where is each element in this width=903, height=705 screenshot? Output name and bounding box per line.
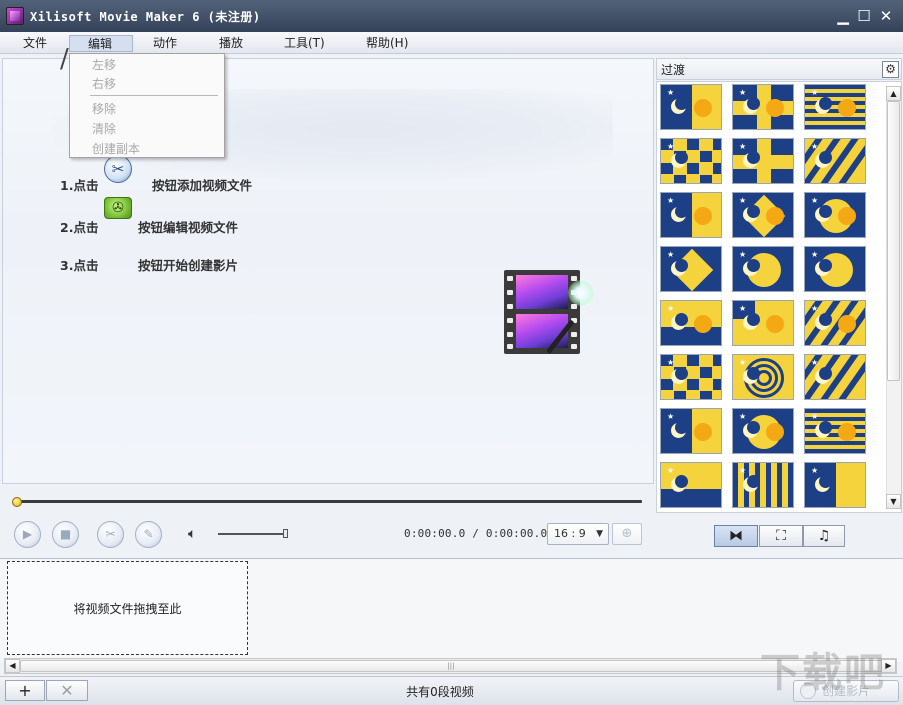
seek-thumb[interactable] <box>12 497 22 507</box>
step3-text: 按钮开始创建影片 <box>138 255 238 274</box>
transition-thumbnail[interactable]: ★ <box>732 192 794 238</box>
step1-prefix: 1.点击 <box>60 175 98 194</box>
transition-thumbnail[interactable]: ★ <box>804 246 866 292</box>
scrollbar-thumb[interactable] <box>887 101 900 381</box>
minimize-icon[interactable]: ▁ <box>834 7 852 25</box>
music-tab-icon[interactable]: ♫ <box>803 525 845 547</box>
gear-icon[interactable]: ⚙ <box>882 61 899 78</box>
scissors-icon[interactable]: ✂ <box>97 521 124 548</box>
transitions-title: 过渡 <box>661 61 685 78</box>
timeline-scroll-thumb[interactable]: ||| <box>20 660 882 672</box>
transition-thumbnail[interactable]: ★ <box>660 300 722 346</box>
menu-separator <box>90 95 218 96</box>
scroll-left-icon[interactable]: ◀ <box>5 659 20 673</box>
transition-thumbnail[interactable]: ★ <box>660 138 722 184</box>
transition-thumbnail[interactable]: ★ <box>732 354 794 400</box>
time-display: 0:00:00.0 / 0:00:00.0 <box>404 527 547 540</box>
transition-thumbnail[interactable]: ★ <box>804 462 866 508</box>
transition-thumbnail[interactable]: ★ <box>660 462 722 508</box>
transition-thumbnail[interactable]: ★ <box>660 246 722 292</box>
movie-maker-logo-icon <box>504 270 580 354</box>
menu-bar: 文件 编辑 动作 播放 工具(T) 帮助(H) <box>0 32 903 54</box>
magic-wand-sparkle-icon <box>568 280 594 306</box>
app-logo-icon <box>6 7 24 25</box>
edit-dropdown-menu: 左移 右移 移除 清除 创建副本 <box>69 53 225 158</box>
menu-file[interactable]: 文件 <box>19 35 51 52</box>
guide-banner-glyph: / <box>60 44 69 74</box>
film-reel-demo-icon: ✇ <box>104 197 132 219</box>
transition-thumbnail[interactable]: ★ <box>804 192 866 238</box>
step2-prefix: 2.点击 <box>60 217 98 236</box>
video-drop-zone[interactable]: 将视频文件拖拽至此 <box>7 561 248 655</box>
aspect-ratio-select[interactable]: 16 : 9 ▼ <box>547 523 609 545</box>
step3-prefix: 3.点击 <box>60 255 98 274</box>
transition-thumbnail[interactable]: ★ <box>660 354 722 400</box>
close-icon[interactable]: ✕ <box>877 7 895 25</box>
scroll-up-icon[interactable]: ▲ <box>886 86 901 101</box>
menu-item-move-left[interactable]: 左移 <box>92 56 116 73</box>
menu-item-move-right[interactable]: 右移 <box>92 75 116 92</box>
transition-thumbnail[interactable]: ★ <box>732 246 794 292</box>
transition-thumbnail[interactable]: ★ <box>732 138 794 184</box>
transition-thumbnail[interactable]: ★ <box>732 300 794 346</box>
transition-thumbnail[interactable]: ★ <box>804 300 866 346</box>
menu-play[interactable]: 播放 <box>215 35 247 52</box>
transition-thumbnail[interactable]: ★ <box>804 138 866 184</box>
window-title: Xilisoft Movie Maker 6 (未注册) <box>30 8 261 25</box>
transition-tab-icon[interactable]: ⧓ <box>714 525 758 547</box>
volume-slider-thumb[interactable] <box>283 529 288 538</box>
scissors-demo-icon: ✂ <box>104 155 132 183</box>
drop-zone-label: 将视频文件拖拽至此 <box>8 600 247 617</box>
chevron-down-icon: ▼ <box>596 524 603 544</box>
transition-thumbnail[interactable]: ★ <box>804 84 866 130</box>
step1-text: 按钮添加视频文件 <box>152 175 252 194</box>
menu-item-remove[interactable]: 移除 <box>92 100 116 117</box>
menu-help[interactable]: 帮助(H) <box>362 35 412 52</box>
transition-thumbnail[interactable]: ★ <box>732 84 794 130</box>
transition-thumbnail[interactable]: ★ <box>660 84 722 130</box>
step2-text: 按钮编辑视频文件 <box>138 217 238 236</box>
crop-tab-icon[interactable]: ⛶ <box>759 525 803 547</box>
transition-thumbnail[interactable]: ★ <box>804 408 866 454</box>
scroll-down-icon[interactable]: ▼ <box>886 494 901 509</box>
aspect-ratio-value: 16 : 9 <box>554 527 586 540</box>
menu-item-duplicate[interactable]: 创建副本 <box>92 140 140 157</box>
seek-bar[interactable] <box>14 500 642 503</box>
menu-edit[interactable]: 编辑 <box>69 35 133 52</box>
volume-slider[interactable] <box>218 533 286 535</box>
transition-thumbnail[interactable]: ★ <box>732 408 794 454</box>
transitions-header <box>656 58 902 80</box>
maximize-icon[interactable]: ☐ <box>855 7 873 25</box>
title-bar: Xilisoft Movie Maker 6 (未注册) ▁ ☐ ✕ <box>0 0 903 32</box>
menu-tools[interactable]: 工具(T) <box>280 35 329 52</box>
transition-thumbnail[interactable]: ★ <box>804 354 866 400</box>
transition-thumbnail[interactable]: ★ <box>660 408 722 454</box>
pencil-icon[interactable]: ✎ <box>135 521 162 548</box>
play-icon[interactable]: ▶ <box>14 521 41 548</box>
transition-thumbnail[interactable]: ★ <box>732 462 794 508</box>
menu-action[interactable]: 动作 <box>149 35 181 52</box>
watermark-logo: 下载吧 <box>760 640 886 698</box>
video-count-status: 共有0段视频 <box>0 683 880 700</box>
menu-item-clear[interactable]: 清除 <box>92 120 116 137</box>
transition-thumbnail[interactable]: ★ <box>660 192 722 238</box>
speaker-icon[interactable]: 🔈︎ <box>188 526 196 542</box>
stop-icon[interactable]: ■ <box>52 521 79 548</box>
snapshot-icon[interactable]: ⊕ <box>612 523 642 545</box>
